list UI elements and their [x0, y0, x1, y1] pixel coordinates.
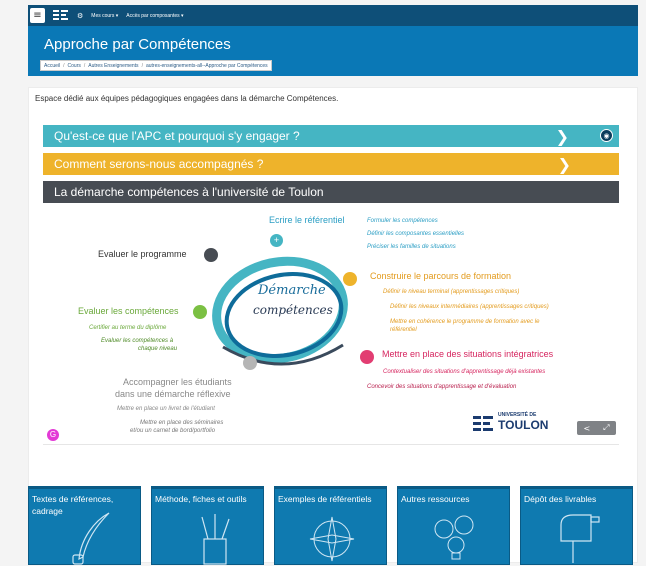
- accompagner-title-2: dans une démarche réflexive: [115, 389, 231, 399]
- ecrire-title: Ecrire le référentiel: [269, 215, 345, 225]
- situations-item-2: Concevoir des situations d'apprentissage…: [367, 384, 517, 390]
- share-icon[interactable]: <: [583, 424, 590, 433]
- construire-item-3: Mettre en cohérence le programme de form…: [390, 319, 540, 325]
- accompagner-title-1: Accompagner les étudiants: [123, 377, 232, 387]
- ecrire-item-1: Formuler les compétences: [367, 218, 438, 224]
- top-navbar: ≡ ⚙ Mes cours ▾ Accès par composantes ▾: [28, 5, 638, 26]
- nav-acces-composantes[interactable]: Accès par composantes ▾: [126, 13, 183, 19]
- accordion-demarche[interactable]: La démarche compétences à l'université d…: [43, 181, 619, 203]
- accompagner-dot: [243, 356, 257, 370]
- evaluer-comp-title: Evaluer les compétences: [78, 306, 179, 316]
- center-title-1: Démarche: [258, 283, 326, 298]
- construire-item-4: référentiel: [390, 327, 417, 333]
- accompagner-item-1: Mettre en place un livret de l'étudiant: [117, 406, 215, 412]
- demarche-diagram: Démarche compétences + Ecrire le référen…: [43, 207, 619, 444]
- construire-title: Construire le parcours de formation: [370, 271, 512, 281]
- mailbox-icon: [560, 514, 600, 563]
- menu-hamburger-icon[interactable]: ≡: [30, 8, 45, 23]
- intro-text: Espace dédié aux équipes pédagogiques en…: [35, 94, 339, 103]
- lightbulbs-icon: [434, 515, 474, 560]
- construire-item-1: Définir le niveau terminal (apprentissag…: [383, 289, 520, 295]
- breadcrumb-cours[interactable]: Cours: [68, 63, 81, 69]
- situations-dot: [360, 350, 374, 364]
- nav-mes-cours[interactable]: Mes cours ▾: [91, 13, 118, 19]
- tile-label: Autres ressources: [401, 494, 470, 504]
- top-nav-menu: ⚙ Mes cours ▾ Accès par composantes ▾: [77, 12, 184, 20]
- pencils-cup-icon: [201, 514, 230, 565]
- toulon-logo-icon: [473, 416, 493, 431]
- resource-tiles: Textes de références, cadrage Méthode, f…: [28, 482, 638, 565]
- tile-textes-references[interactable]: Textes de références, cadrage: [28, 486, 141, 565]
- breadcrumb: Accueil / Cours / Autres Enseignements / au…: [40, 60, 272, 71]
- situations-item-1: Contextualiser des situations d'apprenti…: [383, 369, 546, 375]
- accessibility-icon[interactable]: ◉: [600, 129, 613, 142]
- fullscreen-icon[interactable]: ⤢: [603, 423, 609, 433]
- feather-ink-icon: [72, 512, 110, 565]
- evaluer-comp-item-2: Evaluer les compétences à: [101, 338, 174, 344]
- accordion-apc-label: Qu'est-ce que l'APC et pourquoi s'y enga…: [54, 129, 300, 143]
- tile-methode[interactable]: Méthode, fiches et outils: [151, 486, 264, 565]
- genially-icon[interactable]: G: [47, 429, 59, 441]
- chevron-right-icon: ❯: [557, 155, 571, 174]
- tile-exemples[interactable]: Exemples de référentiels: [274, 486, 387, 565]
- evaluer-programme-dot: [204, 248, 218, 262]
- accompagner-item-2: Mettre en place des séminaires: [140, 420, 224, 426]
- accordion-demarche-label: La démarche compétences à l'université d…: [54, 185, 324, 199]
- share-fullscreen-controls[interactable]: < ⤢: [577, 421, 616, 435]
- compass-rose-icon: [309, 516, 355, 562]
- plus-icon[interactable]: +: [270, 234, 283, 247]
- construire-item-2: Définir les niveaux intermédiaires (appr…: [390, 304, 549, 310]
- evaluer-comp-item-1: Certifier au terme du diplôme: [89, 325, 167, 331]
- construire-dot: [343, 272, 357, 286]
- breadcrumb-current[interactable]: autres-enseignements-all--Approche par C…: [146, 63, 268, 69]
- ecrire-item-2: Définir les composantes essentielles: [367, 231, 465, 237]
- tile-label: Exemples de référentiels: [278, 494, 372, 504]
- university-logo-icon[interactable]: [53, 9, 69, 22]
- accompagner-item-3: et/ou un carnet de bord/portfolio: [130, 428, 216, 434]
- evaluer-programme-title: Evaluer le programme: [98, 249, 187, 259]
- divider: [43, 444, 619, 445]
- evaluer-comp-item-3: chaque niveau: [138, 346, 178, 352]
- breadcrumb-accueil[interactable]: Accueil: [44, 63, 60, 69]
- page-header: Approche par Compétences Accueil / Cours /…: [28, 26, 638, 76]
- tile-autres-ressources[interactable]: Autres ressources: [397, 486, 510, 565]
- accordion-accompagnes-label: Comment serons-nous accompagnés ?: [54, 157, 264, 171]
- accordion-accompagnes[interactable]: Comment serons-nous accompagnés ? ❯: [43, 153, 619, 175]
- accordion-apc[interactable]: Qu'est-ce que l'APC et pourquoi s'y enga…: [43, 125, 619, 147]
- tile-label: Dépôt des livrables: [524, 494, 597, 504]
- evaluer-comp-dot: [193, 305, 207, 319]
- page-title: Approche par Compétences: [44, 36, 231, 53]
- university-name: TOULON: [498, 418, 549, 432]
- tile-label: Méthode, fiches et outils: [155, 494, 247, 504]
- situations-title: Mettre en place des situations intégratr…: [382, 349, 554, 359]
- chevron-right-icon: ❯: [555, 127, 569, 146]
- tile-depot-livrables[interactable]: Dépôt des livrables: [520, 486, 633, 565]
- cog-icon[interactable]: ⚙: [77, 12, 83, 20]
- breadcrumb-autres-enseignements[interactable]: Autres Enseignements: [88, 63, 138, 69]
- center-title-2: compétences: [253, 303, 333, 317]
- ecrire-item-3: Préciser les familles de situations: [367, 244, 456, 250]
